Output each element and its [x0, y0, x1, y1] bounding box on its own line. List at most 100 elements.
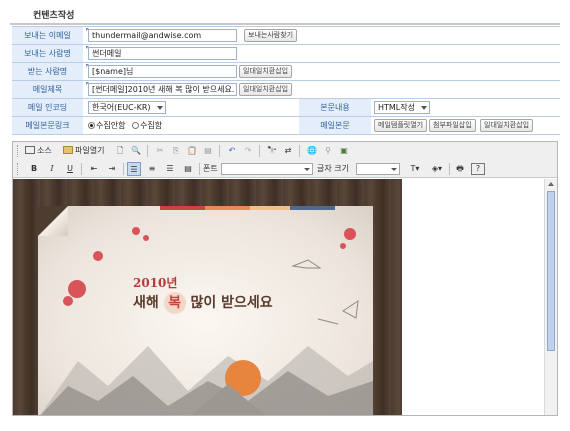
card-greeting-part-2: 많이 받으세요: [185, 295, 273, 311]
align-left-icon[interactable]: ☰: [127, 162, 141, 176]
editor-toolbar: 소스 파일열기 🗋 🔍 ✂ ⎘ 📋 ▤ ↶ ↷ 🔭 ⇄ 🌐 ⚲ ▣ B I U …: [13, 142, 557, 178]
encoding-select[interactable]: 한국어(EUC-KR): [88, 101, 166, 114]
outdent-icon[interactable]: ⇤: [87, 162, 101, 176]
mail-body-cell: 메일템플릿열기 첨부파일삽입 일대일치환삽입: [372, 117, 560, 134]
radio-unchecked-icon: [132, 122, 139, 129]
paste-icon[interactable]: 📋: [185, 144, 199, 158]
help-icon[interactable]: ?: [471, 163, 485, 175]
scroll-up-icon[interactable]: [548, 182, 554, 186]
recipient-name-label: 받는 사람명: [12, 63, 83, 80]
bold-button[interactable]: B: [27, 162, 41, 176]
font-select[interactable]: [221, 163, 313, 175]
recipient-name-cell: [$name]님 일대일치환삽입: [84, 63, 556, 80]
toolbar-separator: [199, 163, 200, 175]
align-justify-icon[interactable]: ▤: [181, 162, 195, 176]
body-type-label: 본문내용: [299, 99, 371, 116]
encoding-value: 한국어(EUC-KR): [92, 103, 151, 112]
toolbar-separator: [449, 163, 450, 175]
mail-form: 보내는 이메일 thundermail@andwise.com 보내는사람찾기 …: [12, 26, 560, 135]
paste-text-icon[interactable]: ▤: [201, 144, 215, 158]
card-greeting-part-1: 새해: [133, 295, 164, 311]
italic-button[interactable]: I: [45, 162, 59, 176]
size-select[interactable]: [356, 163, 400, 175]
sender-name-input[interactable]: 썬더메일: [88, 47, 237, 60]
image-icon[interactable]: ▣: [337, 144, 351, 158]
body-link-label: 메일본문링크: [12, 117, 83, 134]
text-color-icon[interactable]: T▾: [405, 162, 425, 176]
align-right-icon[interactable]: ☰: [163, 162, 177, 176]
mail-subject-cell: [썬더메일]2010년 새해 복 많이 받으세요. 일대일치환삽입: [84, 81, 556, 98]
preview-icon[interactable]: 🔍: [129, 144, 143, 158]
body-substitution-button[interactable]: 일대일치환삽입: [480, 119, 534, 132]
sender-name-cell: 썬더메일: [84, 45, 556, 62]
toolbar-separator: [299, 145, 300, 157]
greeting-card-image: 2010년 새해 복 많이 받으세요: [38, 206, 373, 415]
mail-subject-label: 메일제목: [12, 81, 83, 98]
body-type-cell: HTML작성: [372, 99, 560, 116]
card-greeting-text: 새해 복 많이 받으세요: [133, 292, 273, 314]
align-center-icon[interactable]: ≡: [145, 162, 159, 176]
recipient-name-input[interactable]: [$name]님: [88, 65, 237, 78]
body-type-value: HTML작성: [378, 103, 415, 112]
subject-substitution-button[interactable]: 일대일치환삽입: [239, 83, 293, 96]
open-file-button[interactable]: 파일열기: [63, 144, 111, 158]
print-icon[interactable]: 🖶: [453, 162, 467, 176]
encoding-label: 메일 인코딩: [12, 99, 83, 116]
toolbar-separator: [259, 145, 260, 157]
toolbar-row-2: B I U ⇤ ⇥ ☰ ≡ ☰ ▤ 폰트 글자 크기 T▾ ◈▾ 🖶 ?: [13, 160, 557, 178]
insert-attachment-button[interactable]: 첨부파일삽입: [429, 119, 476, 132]
chevron-down-icon: [420, 106, 427, 110]
undo-icon[interactable]: ↶: [225, 144, 239, 158]
sender-name-label: 보내는 사람명: [12, 45, 83, 62]
chevron-down-icon: [156, 106, 163, 110]
row-encoding: 메일 인코딩 한국어(EUC-KR) 본문내용 HTML작성: [12, 99, 560, 117]
background-color-icon[interactable]: ◈▾: [427, 162, 447, 176]
find-sender-button[interactable]: 보내는사람찾기: [244, 29, 298, 42]
unlink-icon[interactable]: ⚲: [321, 144, 335, 158]
crane-icon: [291, 259, 359, 325]
new-document-icon[interactable]: 🗋: [113, 144, 127, 158]
mail-subject-input[interactable]: [썬더메일]2010년 새해 복 많이 받으세요.: [88, 83, 237, 96]
indent-icon[interactable]: ⇥: [105, 162, 119, 176]
open-template-button[interactable]: 메일템플릿열기: [374, 119, 428, 132]
radio-collect[interactable]: 수집함: [132, 120, 162, 132]
card-year-text: 2010년: [133, 276, 178, 290]
radio-no-collect-label: 수집안함: [96, 121, 126, 130]
row-mail-subject: 메일제목 [썬더메일]2010년 새해 복 많이 받으세요. 일대일치환삽입: [12, 81, 560, 99]
toolbar-separator: [81, 163, 82, 175]
section-title: 컨텐츠작성: [33, 11, 75, 21]
editor-scrollbar[interactable]: [544, 179, 557, 415]
sender-email-cell: thundermail@andwise.com 보내는사람찾기: [84, 27, 556, 44]
size-label: 글자 크기: [317, 164, 349, 173]
source-icon: [25, 146, 35, 154]
cut-icon[interactable]: ✂: [153, 144, 167, 158]
editor-content[interactable]: 2010년 새해 복 많이 받으세요: [13, 179, 543, 415]
font-label: 폰트: [203, 164, 218, 173]
sender-email-input[interactable]: thundermail@andwise.com: [88, 29, 237, 42]
sender-email-label: 보내는 이메일: [12, 27, 83, 44]
toolbar-row-1: 소스 파일열기 🗋 🔍 ✂ ⎘ 📋 ▤ ↶ ↷ 🔭 ⇄ 🌐 ⚲ ▣: [13, 142, 557, 160]
source-label: 소스: [37, 146, 52, 155]
folder-icon: [63, 146, 73, 154]
encoding-cell: 한국어(EUC-KR): [84, 99, 298, 116]
radio-no-collect[interactable]: 수집안함: [88, 120, 125, 132]
section-header: 컨텐츠작성: [10, 3, 560, 25]
html-editor: 소스 파일열기 🗋 🔍 ✂ ⎘ 📋 ▤ ↶ ↷ 🔭 ⇄ 🌐 ⚲ ▣ B I U …: [12, 141, 558, 416]
body-type-select[interactable]: HTML작성: [374, 101, 430, 114]
recipient-substitution-button[interactable]: 일대일치환삽입: [239, 65, 293, 78]
find-icon[interactable]: 🔭: [265, 144, 279, 158]
scrollbar-thumb[interactable]: [547, 191, 555, 351]
row-sender-name: 보내는 사람명 썬더메일: [12, 45, 560, 63]
copy-icon[interactable]: ⎘: [169, 144, 183, 158]
redo-icon[interactable]: ↷: [241, 144, 255, 158]
row-sender-email: 보내는 이메일 thundermail@andwise.com 보내는사람찾기: [12, 27, 560, 45]
toolbar-grip: [17, 163, 20, 175]
link-icon[interactable]: 🌐: [305, 144, 319, 158]
replace-icon[interactable]: ⇄: [281, 144, 295, 158]
open-file-label: 파일열기: [75, 146, 105, 155]
radio-checked-icon: [88, 122, 95, 129]
underline-button[interactable]: U: [63, 162, 77, 176]
row-body-link: 메일본문링크 수집안함 수집함 메일본문 메일템플릿열기 첨부파일삽입 일대일치…: [12, 117, 560, 135]
chevron-down-icon: [304, 168, 310, 171]
source-button[interactable]: 소스: [25, 144, 61, 158]
